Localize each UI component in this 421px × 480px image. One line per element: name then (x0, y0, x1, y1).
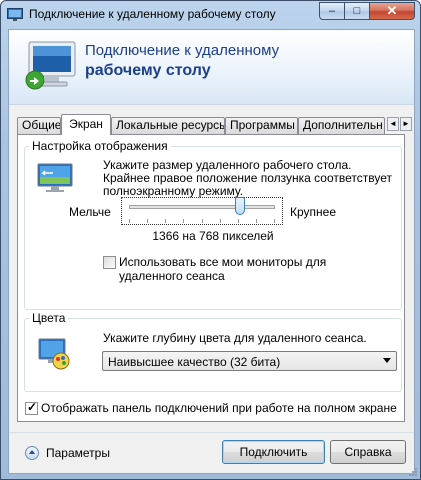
chevron-up-icon (29, 450, 35, 454)
slider-tick (183, 219, 184, 223)
tab-panel-display: Настройка отображения Укажите размер уда… (17, 134, 405, 422)
slider-thumb[interactable] (234, 197, 245, 215)
banner-title-line2: рабочему столу (85, 62, 211, 79)
display-description: Укажите размер удаленного рабочего стола… (103, 158, 393, 198)
slider-tick (220, 219, 221, 223)
color-depth-value: Наивысшее качество (32 бита) (108, 355, 281, 369)
color-depth-icon (38, 338, 70, 370)
slider-tick (274, 219, 275, 223)
color-depth-select[interactable]: Наивысшее качество (32 бита) (102, 351, 397, 371)
all-monitors-checkbox[interactable] (103, 256, 116, 269)
rdp-window: Подключение к удаленному рабочему столу … (0, 0, 421, 480)
display-settings-group: Настройка отображения Укажите размер уда… (24, 139, 402, 310)
minimize-button[interactable]: – (319, 2, 345, 20)
options-toggle-button[interactable] (25, 446, 39, 460)
connect-button[interactable]: Подключить (222, 440, 325, 464)
resolution-text: 1366 на 768 пикселей (152, 229, 274, 243)
chevron-down-icon[interactable] (383, 358, 391, 363)
tab-display[interactable]: Экран (61, 114, 111, 135)
remote-desktop-icon (25, 41, 76, 90)
maximize-button[interactable]: □ (344, 2, 370, 20)
help-button[interactable]: Справка (330, 440, 406, 464)
slider-ticks (129, 219, 275, 223)
tab-local-resources[interactable]: Локальные ресурсы (111, 117, 225, 134)
slider-tick (238, 219, 239, 223)
colors-group-label: Цвета (29, 311, 69, 325)
slider-tick (165, 219, 166, 223)
slider-min-label: Мельче (69, 205, 111, 219)
banner-title-line1: Подключение к удаленному (85, 42, 280, 59)
tab-general[interactable]: Общие (17, 117, 61, 134)
app-icon (7, 8, 23, 21)
checkmark-icon: ✓ (27, 400, 38, 414)
connection-bar-checkbox[interactable]: ✓ (25, 400, 38, 415)
slider-max-label: Крупнее (290, 205, 337, 219)
tab-programs[interactable]: Программы (225, 117, 298, 134)
colors-group: Цвета Укажите глубину цвета для удаленно… (24, 311, 402, 392)
display-settings-label: Настройка отображения (29, 139, 171, 153)
colors-description: Укажите глубину цвета для удаленного сеа… (103, 331, 367, 345)
window-title: Подключение к удаленному рабочему столу (29, 7, 276, 21)
connection-bar-label[interactable]: Отображать панель подключений при работе… (41, 401, 397, 415)
slider-tick (129, 219, 130, 223)
display-size-slider[interactable] (129, 205, 275, 209)
tab-strip: Общие Экран Локальные ресурсы Программы … (17, 114, 413, 135)
slider-tick (202, 219, 203, 223)
slider-tick (256, 219, 257, 223)
tab-advanced[interactable]: Дополнительн (298, 117, 385, 134)
tab-scroll-left-button[interactable]: ◄ (387, 117, 399, 131)
resize-grip-icon[interactable] (408, 467, 418, 477)
dialog-client: Подключение к удаленному рабочему столу … (8, 29, 415, 474)
slider-tick (147, 219, 148, 223)
close-button[interactable]: ✕ (369, 2, 415, 20)
all-monitors-label[interactable]: Использовать все мои мониторы для удален… (119, 255, 389, 283)
options-label[interactable]: Параметры (46, 446, 110, 460)
display-size-icon (37, 163, 73, 192)
title-bar[interactable]: Подключение к удаленному рабочему столу … (1, 1, 420, 29)
footer-divider (9, 432, 414, 433)
header-banner: Подключение к удаленному рабочему столу (9, 30, 414, 105)
tab-scroll-right-button[interactable]: ► (400, 117, 412, 131)
